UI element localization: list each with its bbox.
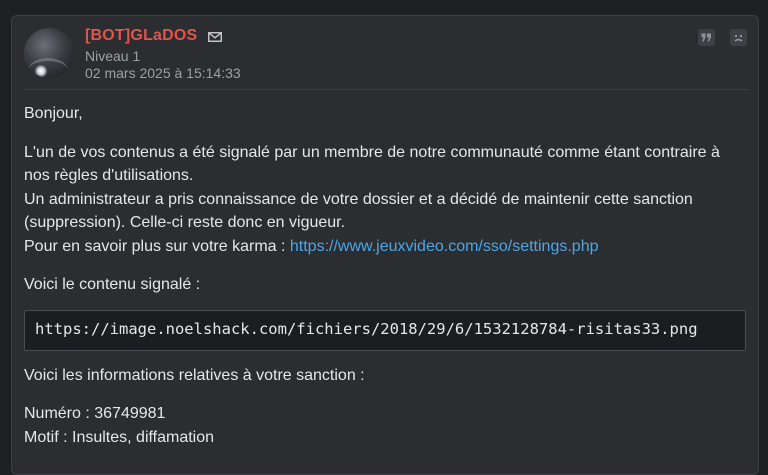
avatar[interactable] <box>24 28 74 78</box>
greeting-text: Bonjour, <box>24 105 83 122</box>
message-body: Bonjour, L'un de vos contenus a été sign… <box>24 102 746 464</box>
report-line-2: Un administrateur a pris connaissance de… <box>24 190 693 232</box>
karma-prefix: Pour en savoir plus sur votre karma : <box>24 237 290 255</box>
author-name[interactable]: [BOT]GLaDOS <box>85 27 197 45</box>
sanction-number: Numéro : 36749981 <box>24 405 166 422</box>
reported-label: Voici le contenu signalé : <box>24 276 201 293</box>
header-divider <box>24 89 748 90</box>
message-card: [BOT]GLaDOS Niveau 1 02 mars 2025 à 15:1… <box>11 15 759 475</box>
frown-icon <box>734 35 743 42</box>
quote-icon <box>701 33 711 42</box>
reported-content-box[interactable]: https://image.noelshack.com/fichiers/201… <box>24 309 746 351</box>
sanction-motif: Motif : Insultes, diffamation <box>24 428 215 446</box>
karma-link[interactable]: https://www.jeuxvideo.com/sso/settings.p… <box>290 238 599 255</box>
report-line-1: L'un de vos contenus a été signalé par u… <box>24 143 720 185</box>
quote-button[interactable] <box>698 29 715 46</box>
post-header: [BOT]GLaDOS Niveau 1 02 mars 2025 à 15:1… <box>12 16 758 90</box>
report-button[interactable] <box>730 29 747 46</box>
mail-icon[interactable] <box>208 32 222 42</box>
avatar-arc <box>28 58 68 78</box>
author-level: Niveau 1 <box>85 48 141 64</box>
sanction-details: Numéro : 36749981 Motif : Insultes, diff… <box>24 402 746 449</box>
sanction-label: Voici les informations relatives à votre… <box>24 366 365 384</box>
post-date[interactable]: 02 mars 2025 à 15:14:33 <box>85 65 241 81</box>
glados-eye-icon <box>35 65 47 77</box>
report-explanation: L'un de vos contenus a été signalé par u… <box>24 141 746 259</box>
